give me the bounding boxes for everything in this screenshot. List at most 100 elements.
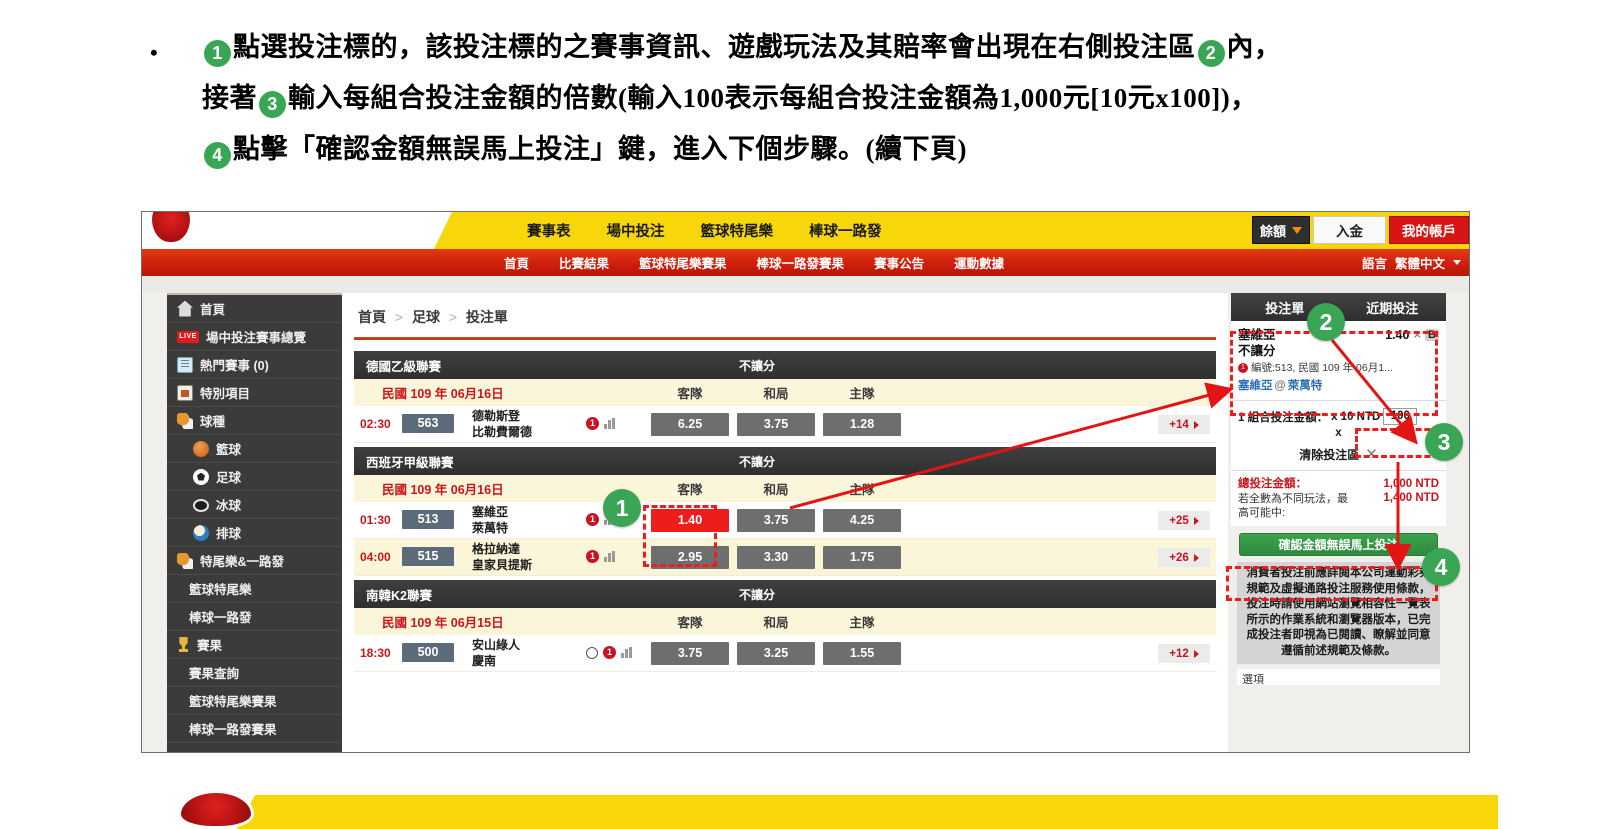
subnav-item-home[interactable]: 首頁 xyxy=(504,253,529,272)
chart-icon[interactable] xyxy=(604,551,615,562)
more-markets-count: +25 xyxy=(1169,514,1189,527)
sidebar-item-baseball-streak[interactable]: 棒球一路發 xyxy=(167,603,342,631)
odds-cell-home[interactable]: 1.55 xyxy=(823,642,901,665)
sidebar-item-hot-events[interactable]: 熱門賽事 (0) xyxy=(167,351,342,379)
subnav-item-basketball-lottery-results[interactable]: 籃球特尾樂賽果 xyxy=(639,253,727,272)
more-markets-button[interactable]: +12 xyxy=(1158,644,1210,663)
odds-cell-home[interactable]: 1.75 xyxy=(823,546,901,569)
nav-item-schedule[interactable]: 賽事表 xyxy=(527,220,571,241)
sidebar-item-special[interactable]: 特別項目 xyxy=(167,379,342,407)
match-markers: 1 xyxy=(586,646,632,659)
instruction-line-2-text: 輸入每組合投注金額的倍數(輸入100表示每組合投注金額為1,000元[10元x1… xyxy=(288,83,1258,113)
subnav-item-results[interactable]: 比賽結果 xyxy=(559,253,609,272)
language-selector[interactable]: 語言 繁體中文 xyxy=(1362,249,1461,276)
language-label: 語言 xyxy=(1361,257,1387,271)
odds-cell-home[interactable]: 4.25 xyxy=(823,509,901,532)
sidebar-item-baseball-streak-results[interactable]: 棒球一路發賽果 xyxy=(167,715,342,743)
more-markets-count: +12 xyxy=(1169,647,1189,660)
team-away: 德勒斯登 xyxy=(472,409,521,423)
breadcrumb-item-home[interactable]: 首頁 xyxy=(358,309,386,325)
my-account-button[interactable]: 我的帳戶 xyxy=(1389,216,1469,244)
bottom-yellow-banner xyxy=(228,795,1498,829)
sidebar-item-hockey[interactable]: 冰球 xyxy=(167,491,342,519)
sidebar-item-volleyball[interactable]: 排球 xyxy=(167,519,342,547)
sidebar-item-label: 足球 xyxy=(216,471,242,485)
multiply-icon: × xyxy=(1413,327,1422,342)
info-badge-icon: 1 xyxy=(1238,362,1248,373)
match-date: 民國 109 年 06月16日 xyxy=(382,387,504,401)
team-home: 比勒費爾德 xyxy=(472,424,533,439)
confirm-bet-button[interactable]: 確認金額無誤馬上投注 xyxy=(1239,533,1438,556)
info-badge-icon[interactable]: 1 xyxy=(586,513,599,526)
selection-match[interactable]: 塞維亞 @ 萊萬特 xyxy=(1238,377,1439,393)
subnav-item-announcements[interactable]: 賽事公告 xyxy=(874,253,924,272)
sidebar-item-results-group[interactable]: 賽果 xyxy=(167,631,342,659)
sidebar-item-label: 特別項目 xyxy=(200,387,251,401)
column-header-draw: 和局 xyxy=(763,616,789,630)
nav-item-baseball-streak[interactable]: 棒球一路發 xyxy=(809,220,882,241)
sidebar-item-basketball-lottery[interactable]: 籃球特尾樂 xyxy=(167,575,342,603)
chart-icon[interactable] xyxy=(604,418,615,429)
match-date: 民國 109 年 06月15日 xyxy=(382,616,504,630)
odds-cell-away[interactable]: 2.95 xyxy=(651,546,729,569)
stake-multiplier-input[interactable]: 100 xyxy=(1383,408,1418,425)
balance-dropdown[interactable]: 餘額 xyxy=(1251,216,1310,244)
info-badge-icon[interactable]: 1 xyxy=(603,646,616,659)
league-market-label: 不讓分 xyxy=(739,454,776,469)
more-markets-button[interactable]: +25 xyxy=(1158,511,1210,530)
instruction-line-2-head: 接著 xyxy=(202,83,257,113)
sidebar-item-live-overview[interactable]: LIVE 場中投注賽事總覽 xyxy=(167,323,342,351)
sidebar-item-lottery-group[interactable]: 特尾樂&一路發 xyxy=(167,547,342,575)
clear-betslip-button[interactable]: 清除投注區 ✕ xyxy=(1238,445,1439,463)
sidebar-item-basketball-lottery-results[interactable]: 籃球特尾樂賽果 xyxy=(167,687,342,715)
odds-cell-home[interactable]: 1.28 xyxy=(823,413,901,436)
sidebar-item-home[interactable]: 首頁 xyxy=(167,295,342,323)
sidebar-item-basketball[interactable]: 籃球 xyxy=(167,435,342,463)
hockey-icon xyxy=(193,499,209,512)
deposit-button[interactable]: 入金 xyxy=(1313,216,1386,244)
league-name: 南韓K2聯賽 xyxy=(366,588,432,603)
sidebar-item-soccer[interactable]: 足球 xyxy=(167,463,342,491)
selection-meta: 1 編號:513, 民國 109 年 06月1... xyxy=(1238,360,1439,375)
column-header-draw: 和局 xyxy=(763,483,789,497)
more-markets-count: +14 xyxy=(1169,418,1189,431)
sidebar-item-sports[interactable]: 球種 xyxy=(167,407,342,435)
odds-cell-draw[interactable]: 3.30 xyxy=(737,546,815,569)
chevron-down-icon xyxy=(1292,226,1302,234)
chart-icon[interactable] xyxy=(621,647,632,658)
sidebar-item-results-query[interactable]: 賽果查詢 xyxy=(167,659,342,687)
odds-cell-away[interactable]: 1.40 xyxy=(651,509,729,532)
subnav-item-baseball-streak-results[interactable]: 棒球一路發賽果 xyxy=(757,253,845,272)
league-market-label: 不讓分 xyxy=(739,587,776,602)
odds-cell-away[interactable]: 3.75 xyxy=(651,642,729,665)
more-markets-button[interactable]: +14 xyxy=(1158,415,1210,434)
info-badge-icon[interactable]: 1 xyxy=(586,550,599,563)
team-away: 塞維亞 xyxy=(472,505,509,519)
selection-match-home: 萊萬特 xyxy=(1287,380,1323,392)
info-badge-icon[interactable]: 1 xyxy=(586,417,599,430)
nav-item-basketball-lottery[interactable]: 籃球特尾樂 xyxy=(701,220,774,241)
tab-recent-bets[interactable]: 近期投注 xyxy=(1339,293,1447,321)
more-markets-button[interactable]: +26 xyxy=(1158,548,1210,567)
bet-slip-amount-section: 1 組合投注金額： x 10 NTD 100 x 清除投注區 ✕ xyxy=(1231,401,1446,471)
nav-item-live-betting[interactable]: 場中投注 xyxy=(607,220,665,241)
odds-cell-away[interactable]: 6.25 xyxy=(651,413,729,436)
bet-slip-panel: 投注單 近期投注 塞維亞 不讓分 1.40 × B 1 編號:513, 民國 1… xyxy=(1231,293,1447,752)
stopwatch-icon xyxy=(586,646,598,659)
annotation-marker-2: 2 xyxy=(1307,303,1345,341)
volleyball-icon xyxy=(193,524,209,541)
league-header: 西班牙甲級聯賽 不讓分 xyxy=(354,447,1216,475)
league-header: 德國乙級聯賽 不讓分 xyxy=(354,351,1216,379)
subnav-item-sports-data[interactable]: 運動數據 xyxy=(954,253,1004,272)
match-time: 01:30 xyxy=(360,513,391,527)
odds-cell-draw[interactable]: 3.75 xyxy=(737,509,815,532)
chevron-down-icon xyxy=(1453,260,1461,265)
breadcrumb-item-soccer[interactable]: 足球 xyxy=(412,309,440,325)
step-badge-1: 1 xyxy=(204,40,231,67)
step-badge-3: 3 xyxy=(259,91,286,118)
breadcrumb-divider xyxy=(354,337,1216,340)
breadcrumb-item-betslip: 投注單 xyxy=(465,309,508,325)
odds-cell-draw[interactable]: 3.75 xyxy=(737,413,815,436)
league-header: 南韓K2聯賽 不讓分 xyxy=(354,580,1216,608)
odds-cell-draw[interactable]: 3.25 xyxy=(737,642,815,665)
